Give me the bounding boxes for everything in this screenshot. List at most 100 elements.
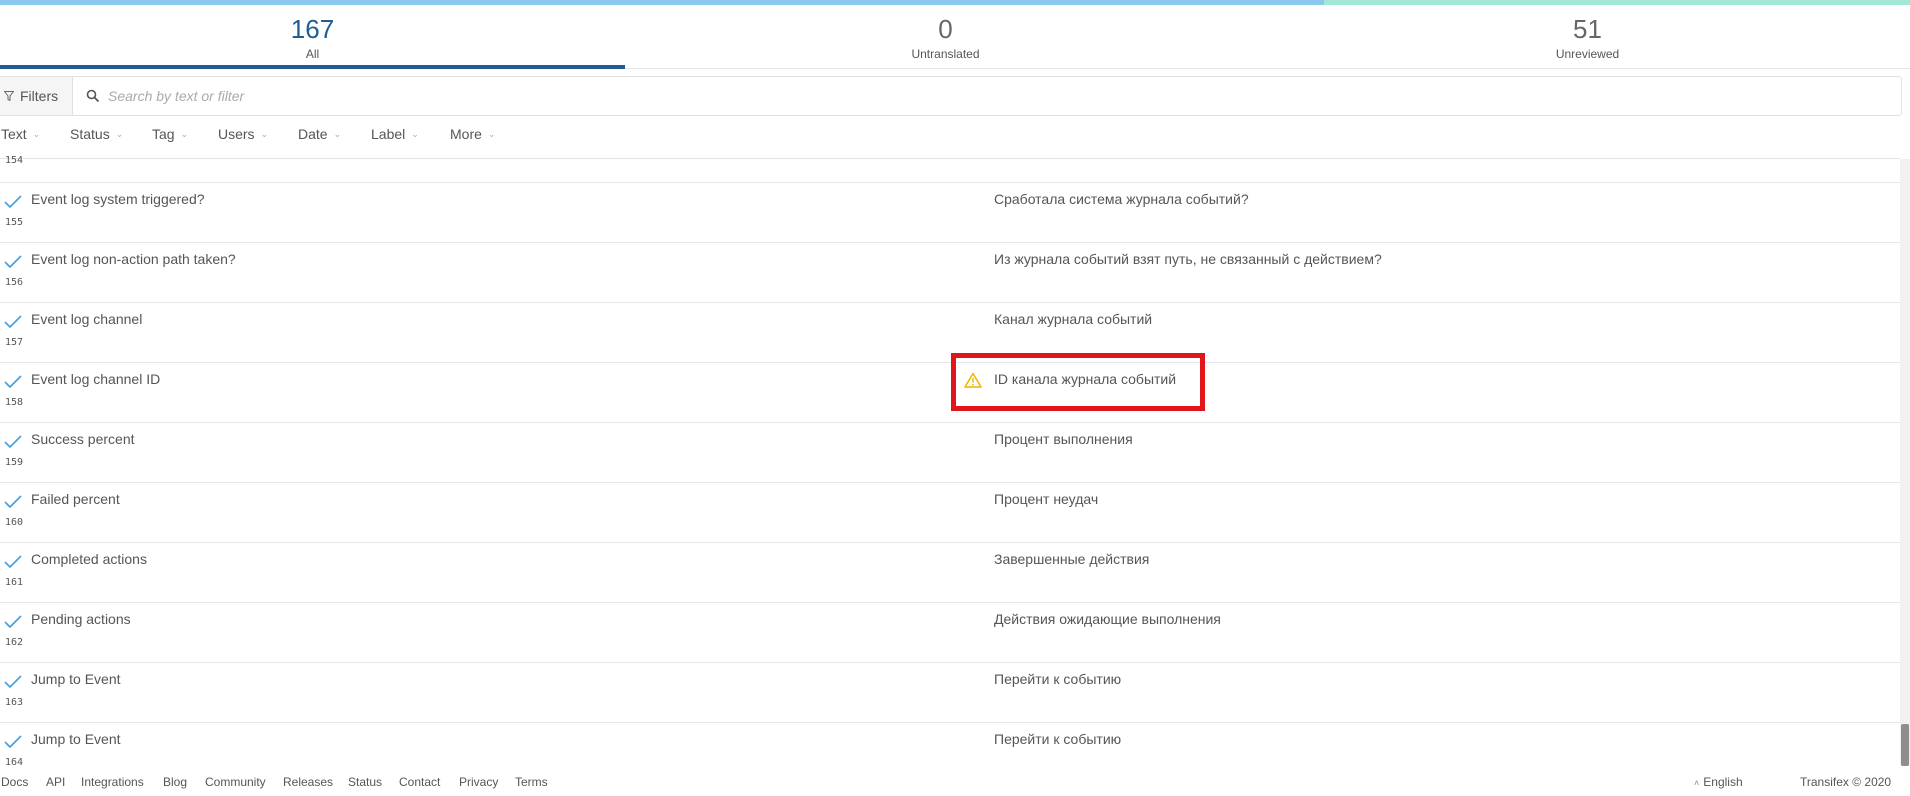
chevron-down-icon: ⌄ [260, 129, 269, 139]
list-scrollbar[interactable] [1900, 159, 1910, 766]
footer-link-contact[interactable]: Contact [399, 775, 440, 789]
string-row[interactable]: Pending actions 162 Действия ожидающие вып… [0, 602, 1900, 662]
chevron-down-icon: ⌄ [411, 129, 419, 139]
row-index: 157 [5, 337, 24, 348]
reviewed-check-icon [4, 375, 22, 388]
dropdown-text[interactable]: Text ⌄ [1, 126, 40, 142]
chevron-down-icon: ⌄ [487, 129, 496, 139]
dropdown-users[interactable]: Users ⌄ [218, 126, 268, 142]
string-row[interactable]: Event log channel ID 158 ID канала журнала… [0, 353, 1900, 422]
dropdown-label-filter[interactable]: Label ⌄ [371, 126, 419, 142]
footer-link-blog[interactable]: Blog [163, 775, 187, 789]
reviewed-check-icon [4, 195, 22, 208]
dropdown-label: Users [218, 126, 255, 142]
translation-text: Действия ожидающие выполнения [994, 611, 1221, 627]
tab-untranslated[interactable]: 0 Untranslated [633, 5, 1258, 69]
footer-link-integrations[interactable]: Integrations [81, 775, 144, 789]
footer-link-docs[interactable]: Docs [1, 775, 28, 789]
source-text: Jump to Event [31, 731, 121, 747]
reviewed-check-icon [4, 555, 22, 568]
reviewed-check-icon [4, 435, 22, 448]
tab-unreviewed-count: 51 [1573, 14, 1602, 44]
source-text: Completed actions [31, 551, 147, 567]
source-text: Event log channel [31, 311, 143, 327]
string-row[interactable]: Event log channel 157 Канал журнала событи… [0, 302, 1900, 362]
filter-bar: Filters [0, 76, 1902, 116]
row-index: 164 [5, 757, 24, 766]
tab-unreviewed[interactable]: 51 Unreviewed [1275, 5, 1900, 69]
row-index: 159 [5, 457, 24, 468]
stats-tabs: 167 All 0 Untranslated 51 Unreviewed [0, 5, 1910, 69]
highlight-box [951, 353, 1205, 411]
filters-button[interactable]: Filters [0, 77, 73, 115]
row-index: 161 [5, 577, 24, 588]
tab-untranslated-count: 0 [938, 14, 953, 44]
tab-unreviewed-label: Unreviewed [1555, 47, 1620, 61]
row-index: 163 [5, 697, 24, 708]
language-selector[interactable]: ˄ English [1694, 775, 1743, 789]
translation-text: Перейти к событию [994, 731, 1122, 747]
source-text: Event log channel ID [31, 371, 161, 387]
reviewed-check-icon [4, 675, 22, 688]
row-index: 154 [5, 155, 24, 166]
string-row[interactable]: Event log non-action path taken? 156 Из жу… [0, 242, 1900, 302]
scrollbar-thumb[interactable] [1901, 724, 1909, 766]
translation-text: Сработала система журнала событий? [994, 191, 1249, 207]
dropdown-tag[interactable]: Tag ⌄ [152, 126, 188, 142]
dropdown-date[interactable]: Date ⌄ [298, 126, 341, 142]
chevron-down-icon: ⌄ [115, 129, 124, 139]
source-text: Event log system triggered? [31, 191, 205, 207]
funnel-icon [4, 91, 14, 101]
chevron-down-icon: ⌄ [180, 129, 189, 139]
row-index: 158 [5, 397, 24, 408]
string-row[interactable]: Completed actions 161 Завершенные действия [0, 542, 1900, 602]
row-index: 155 [5, 217, 24, 228]
row-index: 162 [5, 637, 24, 648]
translation-text: Процент неудач [994, 491, 1099, 507]
tab-all[interactable]: 167 All [0, 5, 625, 69]
source-text: Event log non-action path taken? [31, 251, 236, 267]
tab-all-count: 167 [290, 14, 335, 44]
footer-link-api[interactable]: API [46, 775, 65, 789]
copyright: Transifex © 2020 [1800, 775, 1892, 789]
string-list: Event log system triggered? 155 Сработала … [0, 159, 1900, 766]
footer: Docs API Integrations Blog Community Rel… [0, 766, 1910, 796]
tab-untranslated-label: Untranslated [911, 47, 980, 61]
footer-link-status[interactable]: Status [348, 775, 382, 789]
chevron-up-icon: ˄ [1694, 778, 1700, 788]
search-icon [86, 89, 100, 103]
dropdown-more[interactable]: More ⌄ [450, 126, 495, 142]
dropdown-label: Tag [152, 126, 175, 142]
filters-label: Filters [20, 88, 59, 104]
reviewed-check-icon [4, 615, 22, 628]
dropdown-label: Date [298, 126, 328, 142]
source-text: Success percent [31, 431, 135, 447]
dropdown-label: Label [371, 126, 406, 142]
string-row[interactable]: Jump to Event 164 Перейти к событию [0, 722, 1900, 766]
string-row[interactable]: Failed percent 160 Процент неудач [0, 482, 1900, 542]
row-index: 160 [5, 517, 24, 528]
footer-link-privacy[interactable]: Privacy [459, 775, 498, 789]
source-text: Pending actions [31, 611, 131, 627]
translation-text: Завершенные действия [994, 551, 1150, 567]
dropdown-status[interactable]: Status ⌄ [70, 126, 123, 142]
string-row[interactable]: Jump to Event 163 Перейти к событию [0, 662, 1900, 722]
row-index: 156 [5, 277, 24, 288]
string-row[interactable]: Event log system triggered? 155 Сработала … [0, 182, 1900, 242]
footer-link-releases[interactable]: Releases [283, 775, 333, 789]
source-text: Failed percent [31, 491, 120, 507]
reviewed-check-icon [4, 255, 22, 268]
chevron-down-icon: ⌄ [333, 129, 342, 139]
footer-link-community[interactable]: Community [205, 775, 266, 789]
dropdown-label: Status [70, 126, 110, 142]
dropdown-label: More [450, 126, 482, 142]
dropdown-label: Text [1, 126, 27, 142]
language-label: English [1703, 775, 1743, 789]
footer-link-terms[interactable]: Terms [515, 775, 548, 789]
reviewed-check-icon [4, 735, 22, 748]
tab-all-label: All [305, 47, 320, 61]
chevron-down-icon: ⌄ [32, 129, 41, 139]
string-row[interactable]: Success percent 159 Процент выполнения [0, 422, 1900, 482]
translation-text: Из журнала событий взят путь, не связанн… [994, 251, 1382, 267]
search-input[interactable] [108, 85, 1888, 107]
